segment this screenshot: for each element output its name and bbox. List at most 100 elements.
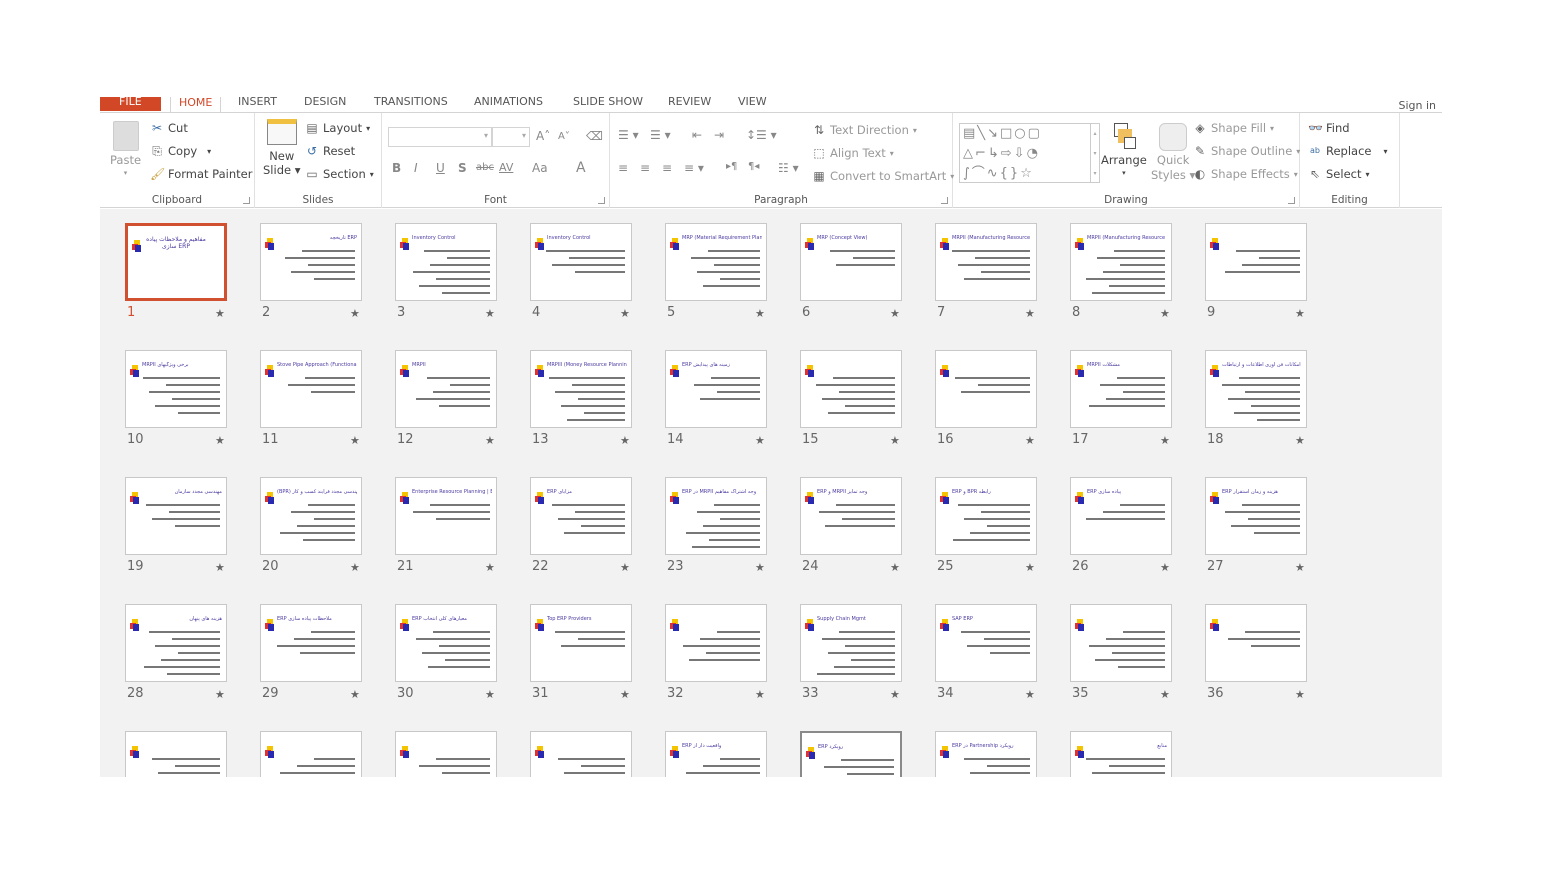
slide-thumbnail[interactable]: ERP ملاحظات پیاده سازی [260,604,362,682]
align-left-icon[interactable]: ≡ [618,161,628,175]
align-center-icon[interactable]: ≡ [640,161,650,175]
animation-star-icon[interactable]: ★ [755,688,765,701]
animation-star-icon[interactable]: ★ [620,307,630,320]
animation-star-icon[interactable]: ★ [485,307,495,320]
tab-home[interactable]: HOME [170,97,222,113]
slide-thumbnail[interactable]: ERP هزینه و زمان استقرار [1205,477,1307,555]
dialog-launcher-icon[interactable] [598,197,605,204]
animation-star-icon[interactable]: ★ [215,688,225,701]
slide-thumbnail[interactable]: ERP در MRPII وجه اشتراک مفاهیم [665,477,767,555]
slide-thumbnail[interactable]: Enterprise Resource Planning | ERP [395,477,497,555]
animation-star-icon[interactable]: ★ [755,434,765,447]
tab-file[interactable]: FILE [100,97,161,111]
animation-star-icon[interactable]: ★ [1295,561,1305,574]
slide-thumbnail[interactable]: رشد امکانات فن آوری اطلاعات و ارتباطات [1205,350,1307,428]
line-spacing-icon[interactable]: ↕☰ ▾ [746,128,777,142]
slide-thumbnail[interactable]: ERP و MRPII وجه تمایز [800,477,902,555]
slide-thumbnail[interactable] [1205,223,1307,301]
slide-thumbnail[interactable] [800,350,902,428]
replace-button[interactable]: ab Replace ▾ [1308,144,1388,158]
animation-star-icon[interactable]: ★ [215,434,225,447]
animation-star-icon[interactable]: ★ [1025,561,1035,574]
increase-indent-icon[interactable]: ⇥ [714,128,724,142]
justify-icon[interactable]: ≡ ▾ [684,161,704,175]
shape-fill-button[interactable]: ◈ Shape Fill ▾ [1193,121,1274,135]
animation-star-icon[interactable]: ★ [890,434,900,447]
grow-font-icon[interactable]: A˄ [536,129,550,143]
slide-thumbnail[interactable] [395,731,497,777]
slide-thumbnail[interactable]: ERP مزایای [530,477,632,555]
slide-thumbnail[interactable] [260,731,362,777]
slide-thumbnail[interactable]: ERP در Partnership رویکرد [935,731,1037,777]
slide-thumbnail[interactable]: MRPII مشکلات [1070,350,1172,428]
rtl-icon[interactable]: ¶◂ [748,161,759,172]
animation-star-icon[interactable]: ★ [1025,434,1035,447]
slide-thumbnail[interactable]: ERP و BPR رابطه [935,477,1037,555]
animation-star-icon[interactable]: ★ [620,561,630,574]
gallery-scroll[interactable]: ▴ ▾ ▾ [1091,123,1100,183]
shape-effects-button[interactable]: ◐ Shape Effects ▾ [1193,167,1298,181]
layout-button[interactable]: ▤ Layout ▾ [305,121,370,135]
strikethrough-button[interactable]: abc [476,162,494,173]
slide-thumbnail[interactable]: MRPII [395,350,497,428]
format-painter-button[interactable]: 🖌 Format Painter [150,167,252,181]
slide-thumbnail[interactable]: مفاهیم و ملاحظات پیاده سازی ERP [125,223,227,301]
animation-star-icon[interactable]: ★ [1025,688,1035,701]
animation-star-icon[interactable]: ★ [485,434,495,447]
slide-thumbnail[interactable] [125,731,227,777]
animation-star-icon[interactable]: ★ [1160,307,1170,320]
slide-thumbnail[interactable]: Inventory Control [395,223,497,301]
slide-thumbnail[interactable]: ERP رویکرد [800,731,902,777]
italic-button[interactable]: I [414,161,418,175]
character-spacing-button[interactable]: AV [499,161,513,174]
cut-button[interactable]: ✂ Cut [150,121,188,135]
slide-thumbnail[interactable] [530,731,632,777]
animation-star-icon[interactable]: ★ [350,307,360,320]
slide-thumbnail[interactable]: Top ERP Providers [530,604,632,682]
slide-thumbnail[interactable]: MRPII برخی ویژگیهای [125,350,227,428]
animation-star-icon[interactable]: ★ [890,307,900,320]
align-text-button[interactable]: ⬚ Align Text ▾ [812,146,893,160]
change-case-button[interactable]: Aa [532,161,548,175]
slide-thumbnail[interactable]: هزینه های پنهان [125,604,227,682]
slide-thumbnail[interactable]: MRP (Concept View) [800,223,902,301]
dialog-launcher-icon[interactable] [243,197,250,204]
slide-thumbnail[interactable]: Inventory Control [530,223,632,301]
numbering-icon[interactable]: ☰ ▾ [650,128,671,142]
shrink-font-icon[interactable]: A˅ [558,131,570,142]
quick-styles-button[interactable]: Quick Styles ▾ [1151,123,1195,183]
tab-transitions[interactable]: TRANSITIONS [374,97,448,111]
slide-thumbnail[interactable] [935,350,1037,428]
copy-button[interactable]: ⎘ Copy ▾ [150,144,211,158]
align-right-icon[interactable]: ≡ [662,161,672,175]
decrease-indent-icon[interactable]: ⇤ [692,128,702,142]
animation-star-icon[interactable]: ★ [1025,307,1035,320]
slide-thumbnail[interactable]: MRPII (Manufacturing Resource Planning) [935,223,1037,301]
ltr-icon[interactable]: ▸¶ [726,161,737,172]
tab-design[interactable]: DESIGN [304,97,346,111]
animation-star-icon[interactable]: ★ [890,561,900,574]
animation-star-icon[interactable]: ★ [755,561,765,574]
slide-thumbnail[interactable] [1205,604,1307,682]
slide-sorter[interactable]: مفاهیم و ملاحظات پیاده سازی ERP 1 ★ تاریخچه… [100,209,1442,777]
font-name-dropdown[interactable]: ▾ [388,127,492,147]
slide-thumbnail[interactable]: ERP معیارهای کلی انتخاب [395,604,497,682]
columns-icon[interactable]: ☷ ▾ [778,161,799,175]
select-button[interactable]: ⇖ Select ▾ [1308,167,1370,181]
clear-formatting-icon[interactable]: ⌫ [586,129,603,143]
tab-review[interactable]: REVIEW [668,97,711,111]
shapes-gallery[interactable]: ▤╲↘□○▢ △⌐↳⇨⇩◔ ∫⌒∿{}☆ [959,123,1091,183]
arrange-button[interactable]: Arrange ▾ [1101,123,1147,177]
animation-star-icon[interactable]: ★ [755,307,765,320]
section-button[interactable]: ▭ Section ▾ [305,167,373,181]
animation-star-icon[interactable]: ★ [350,434,360,447]
shape-outline-button[interactable]: ✎ Shape Outline ▾ [1193,144,1300,158]
animation-star-icon[interactable]: ★ [1160,434,1170,447]
font-color-button[interactable]: A [576,160,586,176]
tab-insert[interactable]: INSERT [238,97,277,111]
animation-star-icon[interactable]: ★ [890,688,900,701]
animation-star-icon[interactable]: ★ [350,561,360,574]
slide-thumbnail[interactable]: ERP زمینه های پیدایش [665,350,767,428]
find-button[interactable]: 👓 Find [1308,121,1350,135]
slide-thumbnail[interactable] [1070,604,1172,682]
